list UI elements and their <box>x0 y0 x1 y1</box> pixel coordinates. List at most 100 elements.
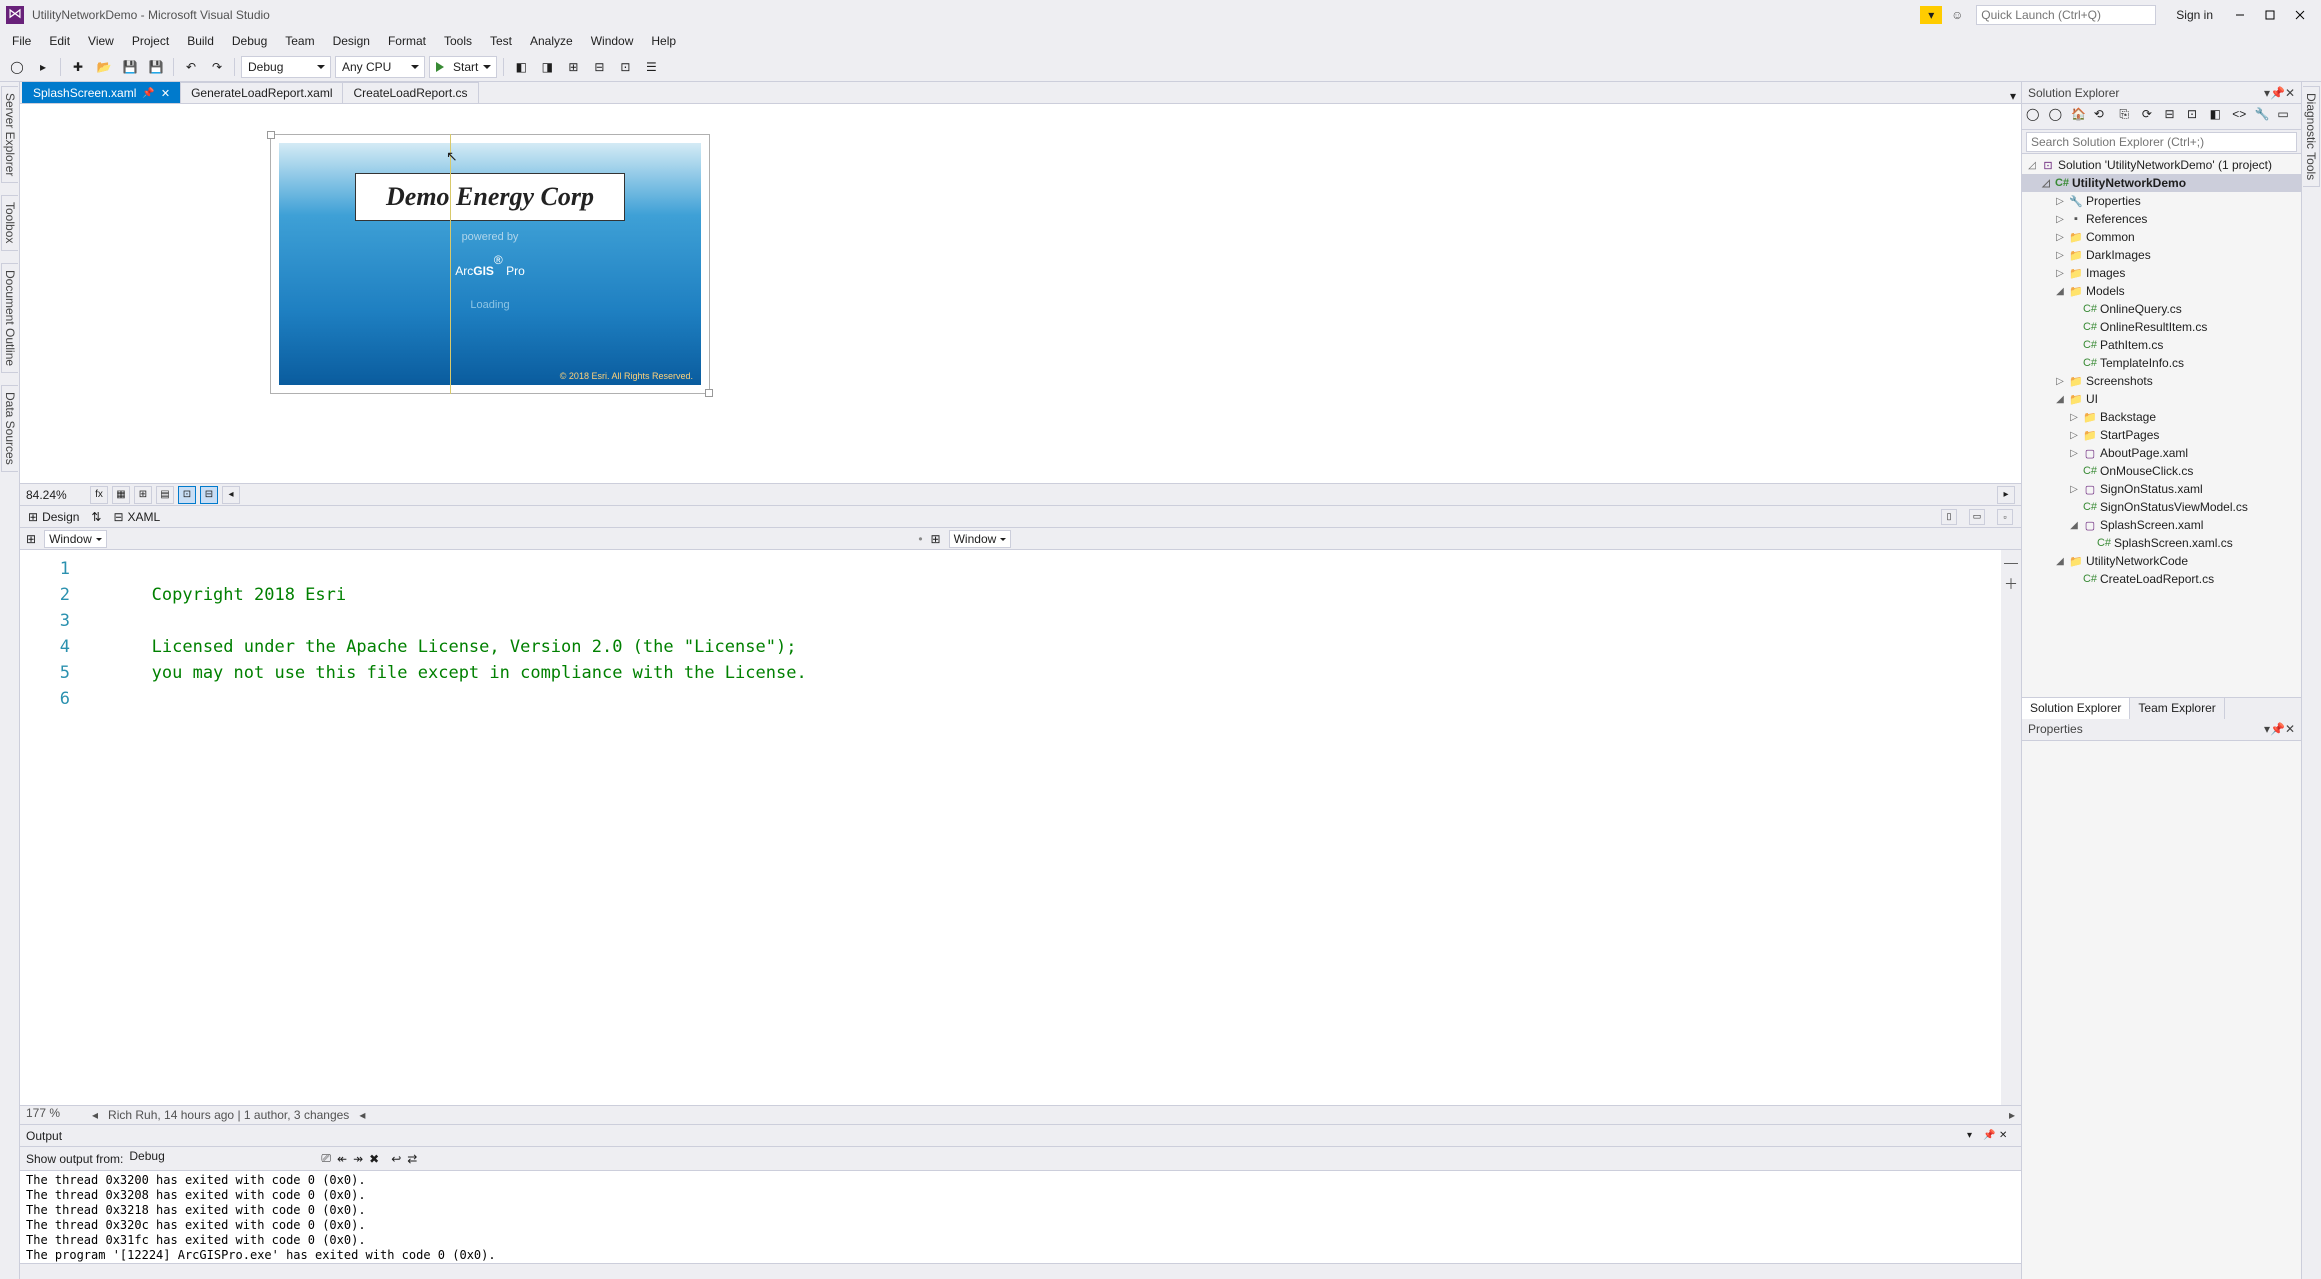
expand-icon[interactable]: ◢ <box>2054 286 2066 297</box>
tree-node[interactable]: C#TemplateInfo.cs <box>2022 354 2301 372</box>
se-close-icon[interactable]: ✕ <box>2285 86 2295 100</box>
design-canvas[interactable]: Demo Energy Corp powered by ArcGIS® Pro … <box>270 134 710 394</box>
tree-node[interactable]: C#OnMouseClick.cs <box>2022 462 2301 480</box>
solution-tree[interactable]: ◿⊡Solution 'UtilityNetworkDemo' (1 proje… <box>2022 154 2301 697</box>
expand-icon[interactable]: ▷ <box>2068 430 2080 441</box>
tree-node[interactable]: ◢📁UI <box>2022 390 2301 408</box>
se-sync-icon[interactable]: ⟲ <box>2094 107 2114 127</box>
tree-node[interactable]: ◢📁UtilityNetworkCode <box>2022 552 2301 570</box>
diagnostic-tools-tab[interactable]: Diagnostic Tools <box>2303 86 2320 187</box>
undo-icon[interactable]: ↶ <box>180 56 202 78</box>
tree-node[interactable]: ▷📁Backstage <box>2022 408 2301 426</box>
code-editor[interactable]: 123456 Copyright 2018 Esri Licensed unde… <box>20 550 2021 1105</box>
output-clear-icon[interactable]: ⎚ <box>321 1151 331 1166</box>
menu-analyze[interactable]: Analyze <box>522 32 581 50</box>
notification-badge[interactable]: ▾ <box>1920 6 1942 24</box>
expand-icon[interactable]: ◢ <box>2054 394 2066 405</box>
tree-node[interactable]: C#CreateLoadReport.cs <box>2022 570 2301 588</box>
menu-window[interactable]: Window <box>583 32 642 50</box>
se-home-icon[interactable]: 🏠 <box>2071 107 2091 127</box>
output-goto-prev-icon[interactable]: ↞ <box>337 1152 347 1166</box>
solution-config-dropdown[interactable]: Debug <box>241 56 331 78</box>
feedback-icon[interactable]: ☺ <box>1948 6 1966 24</box>
split-plus[interactable]: ＋ <box>2004 574 2018 594</box>
menu-tools[interactable]: Tools <box>436 32 480 50</box>
doc-tab[interactable]: CreateLoadReport.cs <box>342 82 478 103</box>
fx-button[interactable]: fx <box>90 486 108 504</box>
output-toggle-icon[interactable]: ⇄ <box>407 1152 417 1166</box>
expand-icon[interactable]: ▷ <box>2054 268 2066 279</box>
se-code-icon[interactable]: <> <box>2232 107 2252 127</box>
left-tab-server-explorer[interactable]: Server Explorer <box>1 86 18 183</box>
output-scrollbar[interactable] <box>20 1263 2021 1279</box>
props-pin-icon[interactable]: 📌 <box>2270 722 2285 736</box>
new-project-icon[interactable]: ✚ <box>67 56 89 78</box>
redo-icon[interactable]: ↷ <box>206 56 228 78</box>
snap-lines-button[interactable]: ⊡ <box>178 486 196 504</box>
breadcrumb-combo-1[interactable]: Window <box>44 530 107 548</box>
expand-icon[interactable]: ▷ <box>2054 376 2066 387</box>
xaml-designer[interactable]: Demo Energy Corp powered by ArcGIS® Pro … <box>20 104 2021 484</box>
se-preview-icon[interactable]: ▭ <box>2277 107 2297 127</box>
tree-node[interactable]: ▷▪References <box>2022 210 2301 228</box>
menu-help[interactable]: Help <box>643 32 684 50</box>
output-goto-next-icon[interactable]: ↠ <box>353 1152 363 1166</box>
menu-build[interactable]: Build <box>179 32 222 50</box>
expand-icon[interactable]: ▷ <box>2054 214 2066 225</box>
scroll-right-button[interactable]: ▸ <box>1997 486 2015 504</box>
tree-node[interactable]: C#PathItem.cs <box>2022 336 2301 354</box>
split-horizontal-button[interactable]: ▭ <box>1969 509 1985 525</box>
doc-tab[interactable]: GenerateLoadReport.xaml <box>180 82 343 103</box>
output-close-icon[interactable]: ✕ <box>1999 1130 2015 1141</box>
menu-view[interactable]: View <box>80 32 122 50</box>
nav-fwd-icon[interactable]: ▸ <box>32 56 54 78</box>
close-button[interactable] <box>2285 4 2315 26</box>
save-icon[interactable]: 💾 <box>119 56 141 78</box>
solution-platform-dropdown[interactable]: Any CPU <box>335 56 425 78</box>
left-tab-document-outline[interactable]: Document Outline <box>1 263 18 373</box>
quick-launch-input[interactable] <box>1976 5 2156 25</box>
output-wrap-icon[interactable]: ↩ <box>391 1152 401 1166</box>
se-showall-icon[interactable]: ⊡ <box>2187 107 2207 127</box>
grid-button[interactable]: ▦ <box>112 486 130 504</box>
toolbar-btn-6[interactable]: ☰ <box>640 56 662 78</box>
close-tab-icon[interactable]: ✕ <box>161 87 170 100</box>
panel-tab[interactable]: Solution Explorer <box>2022 698 2130 719</box>
menu-team[interactable]: Team <box>277 32 322 50</box>
tree-node[interactable]: C#OnlineQuery.cs <box>2022 300 2301 318</box>
tree-node[interactable]: C#OnlineResultItem.cs <box>2022 318 2301 336</box>
design-tab[interactable]: ⊞ Design <box>28 510 79 524</box>
tree-solution-root[interactable]: ◿⊡Solution 'UtilityNetworkDemo' (1 proje… <box>2022 156 2301 174</box>
xaml-tab[interactable]: ⊟ XAML <box>113 510 160 524</box>
se-collapse-icon[interactable]: ⊟ <box>2164 107 2184 127</box>
se-fwd-icon[interactable]: ◯ <box>2049 107 2069 127</box>
menu-design[interactable]: Design <box>325 32 378 50</box>
expand-icon[interactable]: ◢ <box>2054 556 2066 567</box>
toolbar-btn-1[interactable]: ◧ <box>510 56 532 78</box>
toolbar-btn-4[interactable]: ⊟ <box>588 56 610 78</box>
panel-tab[interactable]: Team Explorer <box>2130 698 2224 719</box>
tree-node[interactable]: ▷📁Screenshots <box>2022 372 2301 390</box>
code-text[interactable]: Copyright 2018 Esri Licensed under the A… <box>80 550 2001 1105</box>
se-back-icon[interactable]: ◯ <box>2026 107 2046 127</box>
code-zoom-dropdown[interactable]: 177 % <box>26 1106 82 1124</box>
output-source-dropdown[interactable]: Debug <box>129 1149 309 1169</box>
expand-icon[interactable]: ▷ <box>2054 196 2066 207</box>
se-search-input[interactable] <box>2026 132 2297 152</box>
maximize-button[interactable] <box>2255 4 2285 26</box>
tree-node[interactable]: ▷▢AboutPage.xaml <box>2022 444 2301 462</box>
tab-overflow-icon[interactable]: ▾ <box>2005 89 2021 103</box>
pin-icon[interactable]: 📌 <box>142 88 154 99</box>
menu-edit[interactable]: Edit <box>41 32 78 50</box>
menu-format[interactable]: Format <box>380 32 434 50</box>
output-text[interactable]: The thread 0x3200 has exited with code 0… <box>20 1171 2021 1263</box>
output-clear-all-icon[interactable]: ✖ <box>369 1152 379 1166</box>
tree-node[interactable]: ▷📁StartPages <box>2022 426 2301 444</box>
menu-debug[interactable]: Debug <box>224 32 275 50</box>
output-dropdown-icon[interactable]: ▾ <box>1967 1130 1983 1141</box>
menu-project[interactable]: Project <box>124 32 177 50</box>
doc-tab[interactable]: SplashScreen.xaml📌✕ <box>22 82 181 103</box>
collapse-pane-button[interactable]: ▫ <box>1997 509 2013 525</box>
menu-test[interactable]: Test <box>482 32 520 50</box>
toolbar-btn-5[interactable]: ⊡ <box>614 56 636 78</box>
